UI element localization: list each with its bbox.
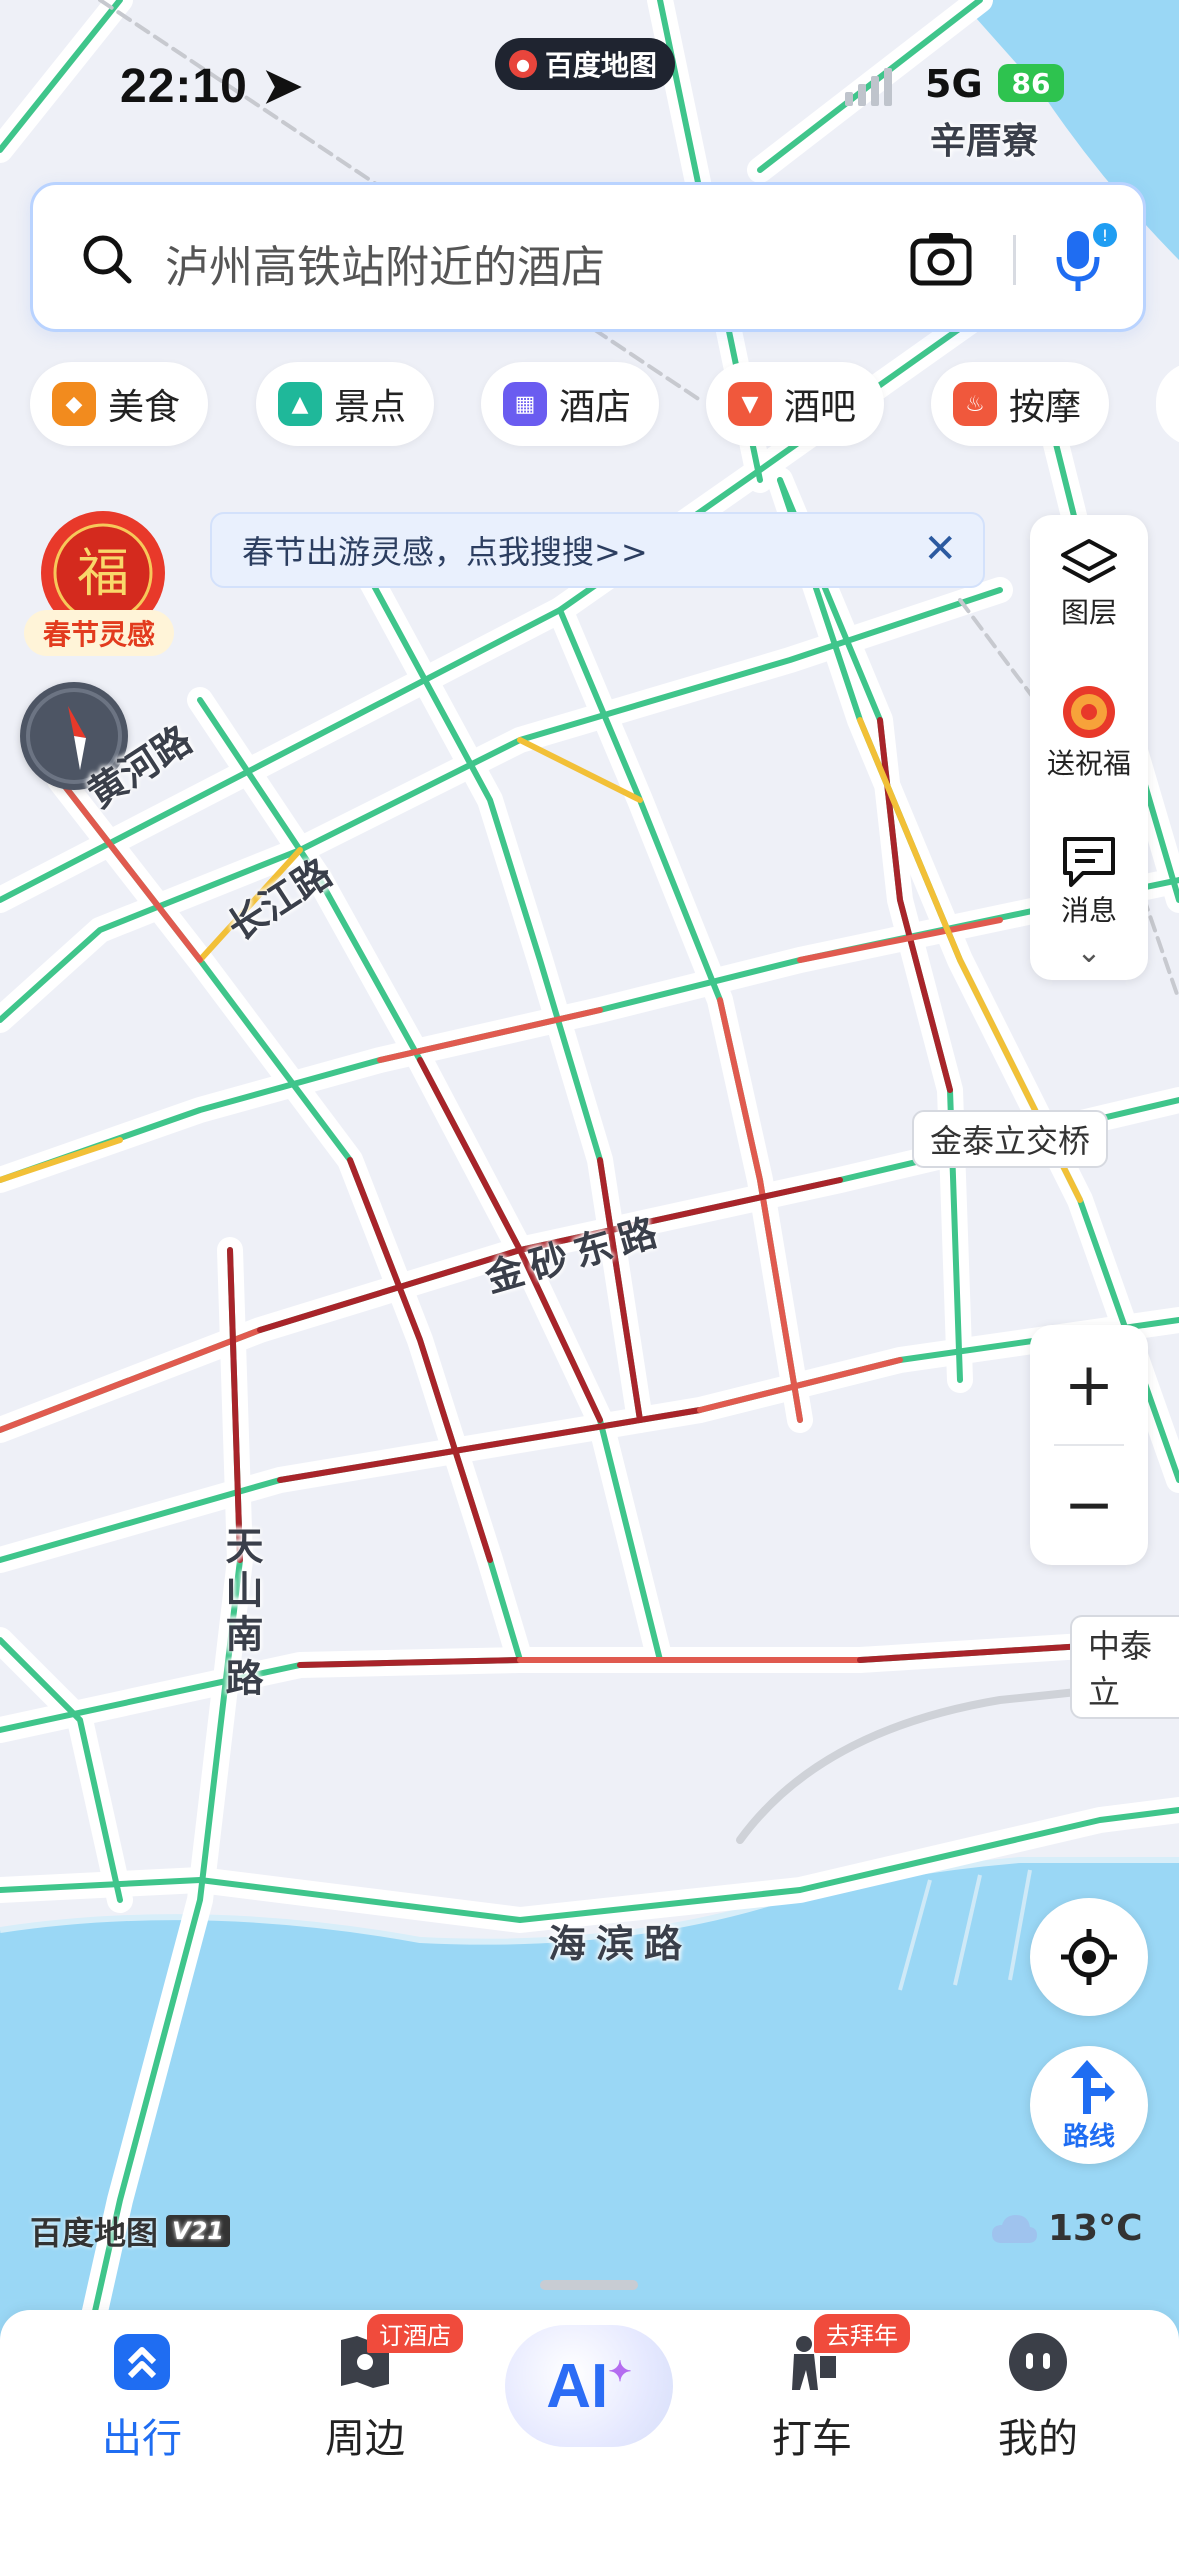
messages-button[interactable]: 消息 (1030, 833, 1148, 929)
svg-text:!: ! (1102, 226, 1108, 245)
festival-char: 福 (77, 544, 129, 604)
weather-indicator[interactable]: 13°C (990, 2208, 1143, 2249)
map-tools-panel: 图层 送祝福 消息 ⌄ (1030, 515, 1148, 980)
layers-label: 图层 (1060, 596, 1117, 629)
close-icon[interactable]: ✕ (923, 526, 957, 572)
hotel-badge: 订酒店 (367, 2314, 463, 2353)
messages-label: 消息 (1060, 894, 1117, 927)
layers-button[interactable]: 图层 (1030, 537, 1148, 631)
zoom-controls: + − (1030, 1325, 1148, 1565)
tab-label: 出行 (102, 2416, 182, 2462)
blessing-icon (1063, 686, 1115, 738)
chip-label: 按摩 (1009, 387, 1082, 428)
chip-label: 景点 (334, 387, 407, 428)
category-food[interactable]: ◆ 美食 (30, 362, 209, 446)
location-arrow-icon: ➤ (262, 60, 304, 113)
search-icon (83, 235, 132, 284)
app-name: 百度地图 (545, 49, 658, 82)
bar-icon: ▼ (728, 382, 772, 426)
app-indicator: ● 百度地图 (495, 38, 676, 90)
ai-label: AI (546, 2351, 609, 2421)
tab-profile[interactable]: 我的 (958, 2330, 1118, 2464)
locate-button[interactable] (1030, 1898, 1148, 2016)
banner-text: 春节出游灵感，点我搜搜>> (242, 533, 648, 571)
tab-label: 我的 (998, 2416, 1078, 2462)
cloud-icon (992, 2214, 1037, 2243)
newyear-badge: 去拜年 (814, 2314, 910, 2353)
food-icon: ◆ (52, 382, 96, 426)
chip-label: 酒吧 (784, 387, 857, 428)
zoom-out-button[interactable]: − (1030, 1445, 1148, 1565)
zoom-in-button[interactable]: + (1030, 1325, 1148, 1445)
poi-label[interactable]: 金泰立交桥 (912, 1110, 1109, 1168)
network-type: 5G (925, 62, 983, 106)
chip-label: 美食 (108, 387, 181, 428)
chevron-down-icon[interactable]: ⌄ (1030, 935, 1148, 970)
travel-icon (110, 2330, 174, 2394)
route-arrow-icon (1071, 2059, 1115, 2114)
massage-icon: ♨ (953, 382, 997, 426)
microphone-icon[interactable]: ! (1049, 221, 1119, 295)
status-time: 22:10 ➤ (120, 60, 304, 113)
road-label: 天山南路 (219, 1526, 263, 1702)
baidu-map-watermark: 百度地图 V21 (30, 2208, 230, 2254)
tab-ai[interactable]: AI ✦ (505, 2325, 673, 2447)
hotel-icon: ▦ (503, 382, 547, 426)
category-hotel[interactable]: ▦ 酒店 (481, 362, 660, 446)
promo-banner[interactable]: 春节出游灵感，点我搜搜>> ✕ (210, 512, 985, 588)
battery-indicator: 86 (998, 64, 1064, 102)
category-massage[interactable]: ♨ 按摩 (931, 362, 1110, 446)
temperature: 13°C (1048, 2208, 1143, 2249)
category-bar[interactable]: ▼ 酒吧 (706, 362, 885, 446)
festival-label[interactable]: 春节灵感 (24, 610, 174, 656)
sparkle-icon: ✦ (608, 2355, 632, 2387)
tab-label: 周边 (325, 2416, 405, 2462)
tab-travel[interactable]: 出行 (62, 2330, 222, 2464)
locate-icon (1061, 1929, 1117, 1985)
blessing-button[interactable]: 送祝福 (1030, 680, 1148, 782)
signal-bars-icon (845, 68, 892, 106)
drawer-handle[interactable] (540, 2280, 638, 2290)
poi-label[interactable]: 中泰立 (1070, 1615, 1179, 1719)
route-label: 路线 (1062, 2121, 1115, 2152)
poi-label[interactable]: 辛厝寮 (930, 112, 1038, 164)
road-label: 海滨路 (548, 1922, 693, 1966)
tab-label: 打车 (772, 2416, 852, 2462)
chip-label: 酒店 (559, 387, 632, 428)
scenic-icon: ▲ (278, 382, 322, 426)
profile-icon (1006, 2330, 1070, 2394)
message-icon (1063, 837, 1115, 887)
category-scenic[interactable]: ▲ 景点 (256, 362, 435, 446)
search-input[interactable]: 泸州高铁站附近的酒店 (165, 231, 605, 295)
route-button[interactable]: 路线 (1030, 2046, 1148, 2164)
baidu-map-logo-icon: ● (509, 50, 537, 78)
blessing-label: 送祝福 (1046, 747, 1131, 780)
search-divider (1013, 235, 1016, 285)
layers-icon (1061, 539, 1117, 583)
search-bar[interactable]: 泸州高铁站附近的酒店 ! (30, 182, 1146, 332)
camera-icon[interactable] (909, 229, 973, 287)
